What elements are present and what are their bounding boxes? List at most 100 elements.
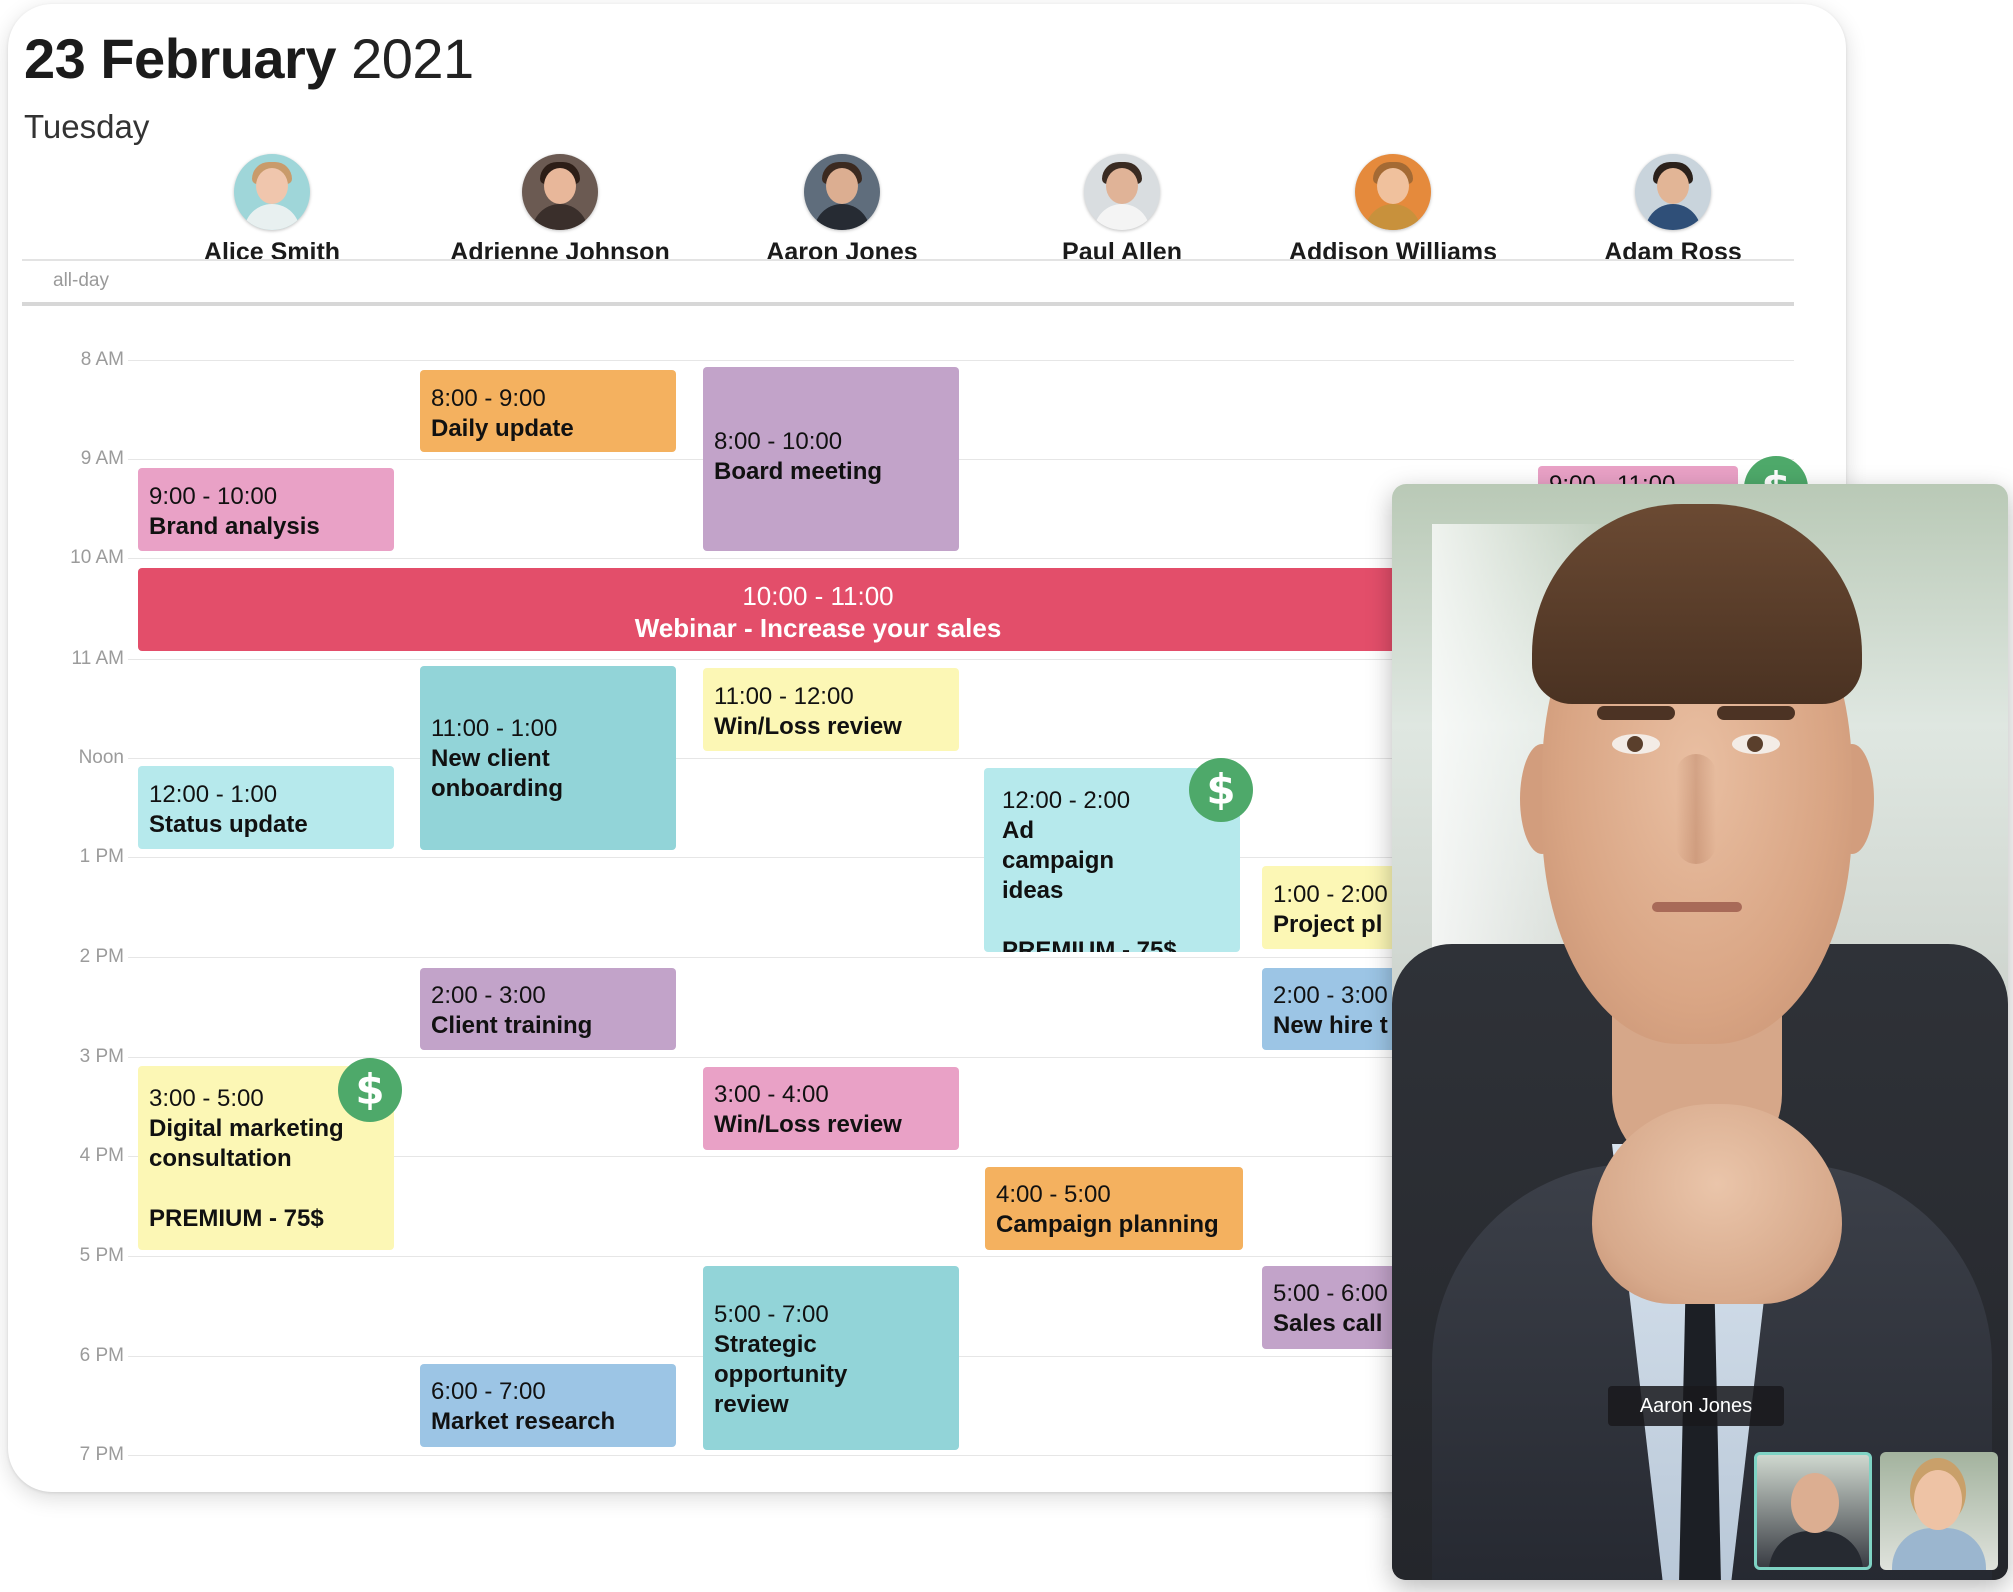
event-title: Strategic opportunity review (714, 1331, 848, 1418)
participant-thumbnail-woman[interactable] (1880, 1452, 1998, 1570)
event-title: Daily update (431, 415, 574, 442)
hour-line (128, 459, 1794, 460)
event-title: Win/Loss review (714, 713, 902, 740)
dollar-icon: $ (1189, 758, 1253, 822)
event-title: New hire t (1273, 1012, 1388, 1039)
event-time: 3:00 - 4:00 (714, 1081, 829, 1108)
date-day-month: 23 February (24, 27, 337, 90)
event-time: 5:00 - 7:00 (714, 1301, 829, 1328)
hour-label: 11 AM (71, 648, 124, 669)
hour-label: 1 PM (79, 846, 124, 867)
event-time: 6:00 - 7:00 (431, 1378, 546, 1405)
event-time: 9:00 - 10:00 (149, 483, 278, 510)
event-strategic-opportunity-review[interactable]: 5:00 - 7:00 Strategic opportunity review (703, 1266, 959, 1450)
hour-label: 8 AM (80, 349, 124, 370)
event-title: New client onboarding (431, 745, 563, 802)
caller-name-label: Aaron Jones (1608, 1386, 1784, 1426)
person-name: Paul Allen (1062, 238, 1182, 266)
event-board-meeting[interactable]: 8:00 - 10:00 Board meeting (703, 367, 959, 551)
event-time: 4:00 - 5:00 (996, 1181, 1111, 1208)
person-name: Adrienne Johnson (450, 238, 670, 266)
person-name: Aaron Jones (766, 238, 918, 266)
event-price: PREMIUM - 75$ (1002, 937, 1177, 952)
caller-nose (1676, 754, 1716, 864)
avatar[interactable] (1084, 154, 1160, 230)
event-time: 8:00 - 10:00 (714, 428, 843, 455)
video-call-panel[interactable]: Aaron Jones (1392, 484, 2008, 1580)
event-title: Sales call (1273, 1310, 1383, 1337)
event-market-research[interactable]: 6:00 - 7:00 Market research (420, 1364, 676, 1447)
hour-label: 2 PM (79, 946, 124, 967)
person-name: Adam Ross (1604, 238, 1742, 266)
hour-label: 9 AM (80, 448, 124, 469)
person-column-adam-ross[interactable]: Adam Ross (1533, 154, 1813, 267)
all-day-divider (22, 302, 1794, 306)
date-title: 23 February 2021 (24, 26, 474, 91)
event-title: Win/Loss review (714, 1111, 902, 1138)
event-title: Digital marketing consultation (149, 1115, 344, 1172)
avatar[interactable] (522, 154, 598, 230)
event-title: Board meeting (714, 458, 883, 485)
caller-mouth (1652, 902, 1742, 912)
event-webinar[interactable]: 10:00 - 11:00 Webinar - Increase your sa… (138, 568, 1498, 651)
person-column-adrienne-johnson[interactable]: Adrienne Johnson (420, 154, 700, 267)
person-name: Addison Williams (1288, 238, 1498, 266)
caller-pupil (1747, 736, 1763, 752)
event-time: 12:00 - 1:00 (149, 781, 278, 808)
avatar[interactable] (1635, 154, 1711, 230)
event-time: 1:00 - 2:00 (1273, 881, 1388, 908)
event-time: 10:00 - 11:00 (742, 581, 894, 611)
event-new-client-onboarding[interactable]: 11:00 - 1:00 New client onboarding (420, 666, 676, 850)
hour-label: Noon (78, 747, 124, 768)
hour-label: 5 PM (79, 1245, 124, 1266)
event-title: Project pl (1273, 911, 1383, 938)
avatar[interactable] (804, 154, 880, 230)
weekday-label: Tuesday (24, 108, 150, 145)
event-sales-call[interactable]: 5:00 - 6:00 Sales call (1262, 1266, 1402, 1349)
avatar[interactable] (1355, 154, 1431, 230)
event-brand-analysis[interactable]: 9:00 - 10:00 Brand analysis (138, 468, 394, 551)
hour-label: 7 PM (79, 1444, 124, 1465)
event-client-training[interactable]: 2:00 - 3:00 Client training (420, 968, 676, 1050)
event-campaign-planning[interactable]: 4:00 - 5:00 Campaign planning (985, 1167, 1243, 1250)
event-status-update[interactable]: 12:00 - 1:00 Status update (138, 766, 394, 849)
participant-thumbnail-man[interactable] (1754, 1452, 1872, 1570)
hour-line (128, 360, 1794, 361)
event-title: Status update (149, 811, 308, 838)
event-title: Market research (431, 1408, 616, 1435)
event-title: Webinar - Increase your sales (634, 613, 1002, 643)
event-time: 2:00 - 3:00 (431, 982, 546, 1009)
person-column-paul-allen[interactable]: Paul Allen (982, 154, 1262, 267)
person-column-alice-smith[interactable]: Alice Smith (132, 154, 412, 267)
event-win-loss-review-2[interactable]: 3:00 - 4:00 Win/Loss review (703, 1067, 959, 1150)
event-win-loss-review[interactable]: 11:00 - 12:00 Win/Loss review (703, 668, 959, 751)
event-time: 8:00 - 9:00 (431, 385, 546, 412)
event-project-planning[interactable]: 1:00 - 2:00 Project pl (1262, 866, 1402, 949)
event-title: Ad campaign ideas (1002, 817, 1115, 904)
event-title: Brand analysis (149, 513, 320, 540)
event-daily-update[interactable]: 8:00 - 9:00 Daily update (420, 370, 676, 452)
hour-label: 10 AM (70, 547, 124, 568)
person-name: Alice Smith (203, 238, 341, 266)
event-time: 5:00 - 6:00 (1273, 1280, 1388, 1307)
event-title: Client training (431, 1012, 593, 1039)
header-divider (22, 259, 1794, 261)
event-time: 2:00 - 3:00 (1273, 982, 1388, 1009)
event-price: PREMIUM - 75$ (149, 1205, 324, 1232)
dollar-icon: $ (338, 1058, 402, 1122)
hour-label: 4 PM (79, 1145, 124, 1166)
event-title: Campaign planning (996, 1211, 1219, 1238)
caller-eyebrow (1717, 706, 1795, 720)
caller-eyebrow (1597, 706, 1675, 720)
caller-pupil (1627, 736, 1643, 752)
hour-label: 3 PM (79, 1046, 124, 1067)
all-day-label: all-day (53, 270, 109, 291)
person-column-aaron-jones[interactable]: Aaron Jones (702, 154, 982, 267)
person-column-addison-williams[interactable]: Addison Williams (1253, 154, 1533, 267)
event-new-hire[interactable]: 2:00 - 3:00 New hire t (1262, 968, 1402, 1050)
date-year: 2021 (351, 27, 474, 90)
avatar[interactable] (234, 154, 310, 230)
hour-label: 6 PM (79, 1345, 124, 1366)
event-time: 11:00 - 1:00 (431, 715, 558, 742)
event-time: 11:00 - 12:00 (714, 683, 854, 710)
